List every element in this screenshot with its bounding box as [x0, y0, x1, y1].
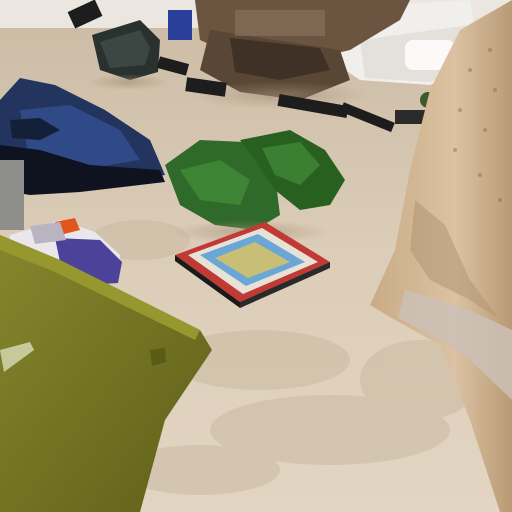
scene-canvas	[0, 0, 512, 512]
blue-bin	[168, 10, 192, 40]
rendered-scene	[0, 0, 512, 512]
grey-box	[0, 160, 24, 230]
